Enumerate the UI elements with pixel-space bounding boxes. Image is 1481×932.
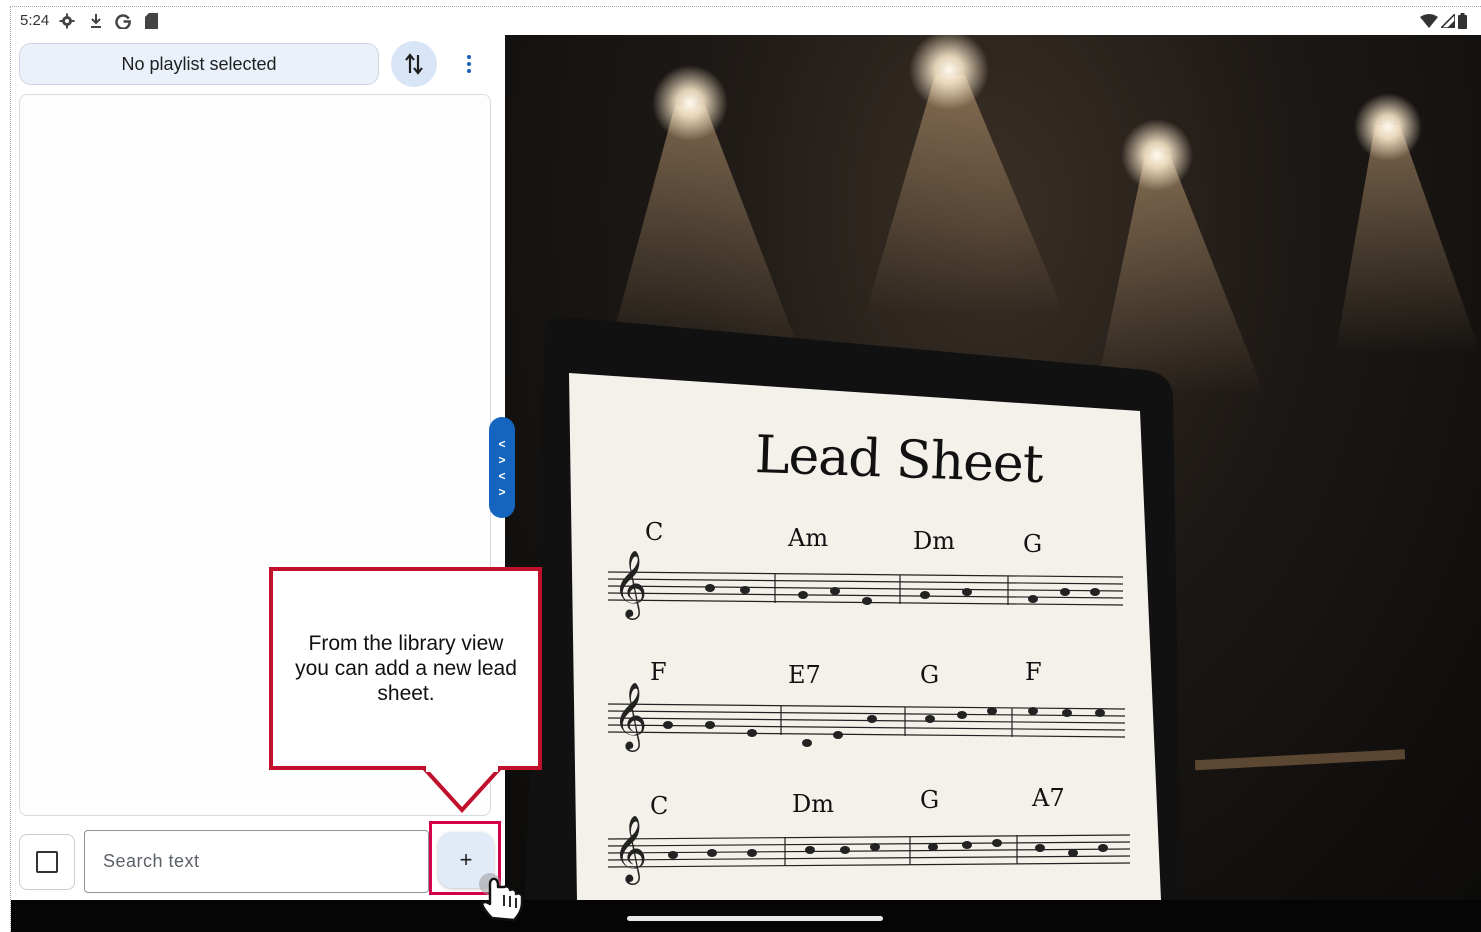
playlist-label: No playlist selected	[121, 53, 277, 74]
chord: G	[920, 786, 940, 814]
status-bar: 5:24	[11, 7, 1481, 35]
more-vert-icon	[467, 55, 471, 59]
swap-vert-icon	[405, 53, 423, 75]
chord-row-1: C Am Dm G	[645, 518, 1065, 558]
panel-resize-handle[interactable]: < > < >	[489, 417, 515, 518]
status-time: 5:24	[20, 12, 50, 29]
tutorial-callout: From the library view you can add a new …	[269, 567, 542, 770]
sd-card-icon	[145, 13, 158, 29]
chord: C	[650, 792, 669, 820]
svg-text:𝄞: 𝄞	[613, 814, 647, 885]
callout-pointer	[420, 766, 504, 813]
chord: C	[645, 518, 664, 546]
chord: G	[920, 661, 940, 689]
hand-pointer-icon	[479, 873, 524, 922]
chord-row-3: C Dm G A7	[650, 784, 1070, 820]
chord: A7	[1032, 784, 1065, 812]
gear-icon	[59, 13, 75, 29]
chord: E7	[788, 661, 821, 689]
chord: Am	[788, 524, 829, 552]
home-indicator[interactable]	[627, 916, 883, 921]
select-all-checkbox[interactable]	[19, 834, 75, 890]
chord: Dm	[913, 527, 955, 555]
download-icon	[91, 14, 101, 28]
svg-text:𝄞: 𝄞	[613, 549, 647, 620]
playlist-selector[interactable]: No playlist selected	[19, 43, 379, 85]
callout-text: From the library view you can add a new …	[295, 632, 517, 705]
wifi-icon	[1420, 14, 1438, 28]
search-input[interactable]	[84, 830, 429, 893]
chord: G	[1023, 530, 1043, 558]
chevron-right-icon: >	[498, 452, 506, 467]
battery-icon	[1458, 13, 1467, 29]
sort-button[interactable]	[391, 41, 437, 87]
more-menu-button[interactable]	[459, 49, 479, 79]
signal-icon	[1441, 14, 1455, 28]
google-icon	[115, 14, 131, 29]
chord: F	[650, 658, 667, 686]
chord: Dm	[792, 790, 834, 818]
chevron-left-icon: <	[498, 436, 506, 451]
sheet-title: Lead Sheet	[754, 424, 1044, 496]
chevron-right-icon: >	[498, 484, 506, 499]
checkbox-icon	[36, 851, 58, 873]
chord: F	[1025, 658, 1042, 686]
svg-text:𝄞: 𝄞	[613, 681, 647, 752]
hero-image: 𝄞 𝄞 𝄞 Lead Sheet C Am Dm G F E7 G F C Dm G…	[505, 35, 1481, 900]
chevron-left-icon: <	[498, 468, 506, 483]
chord-row-2: F E7 G F	[650, 658, 1070, 689]
